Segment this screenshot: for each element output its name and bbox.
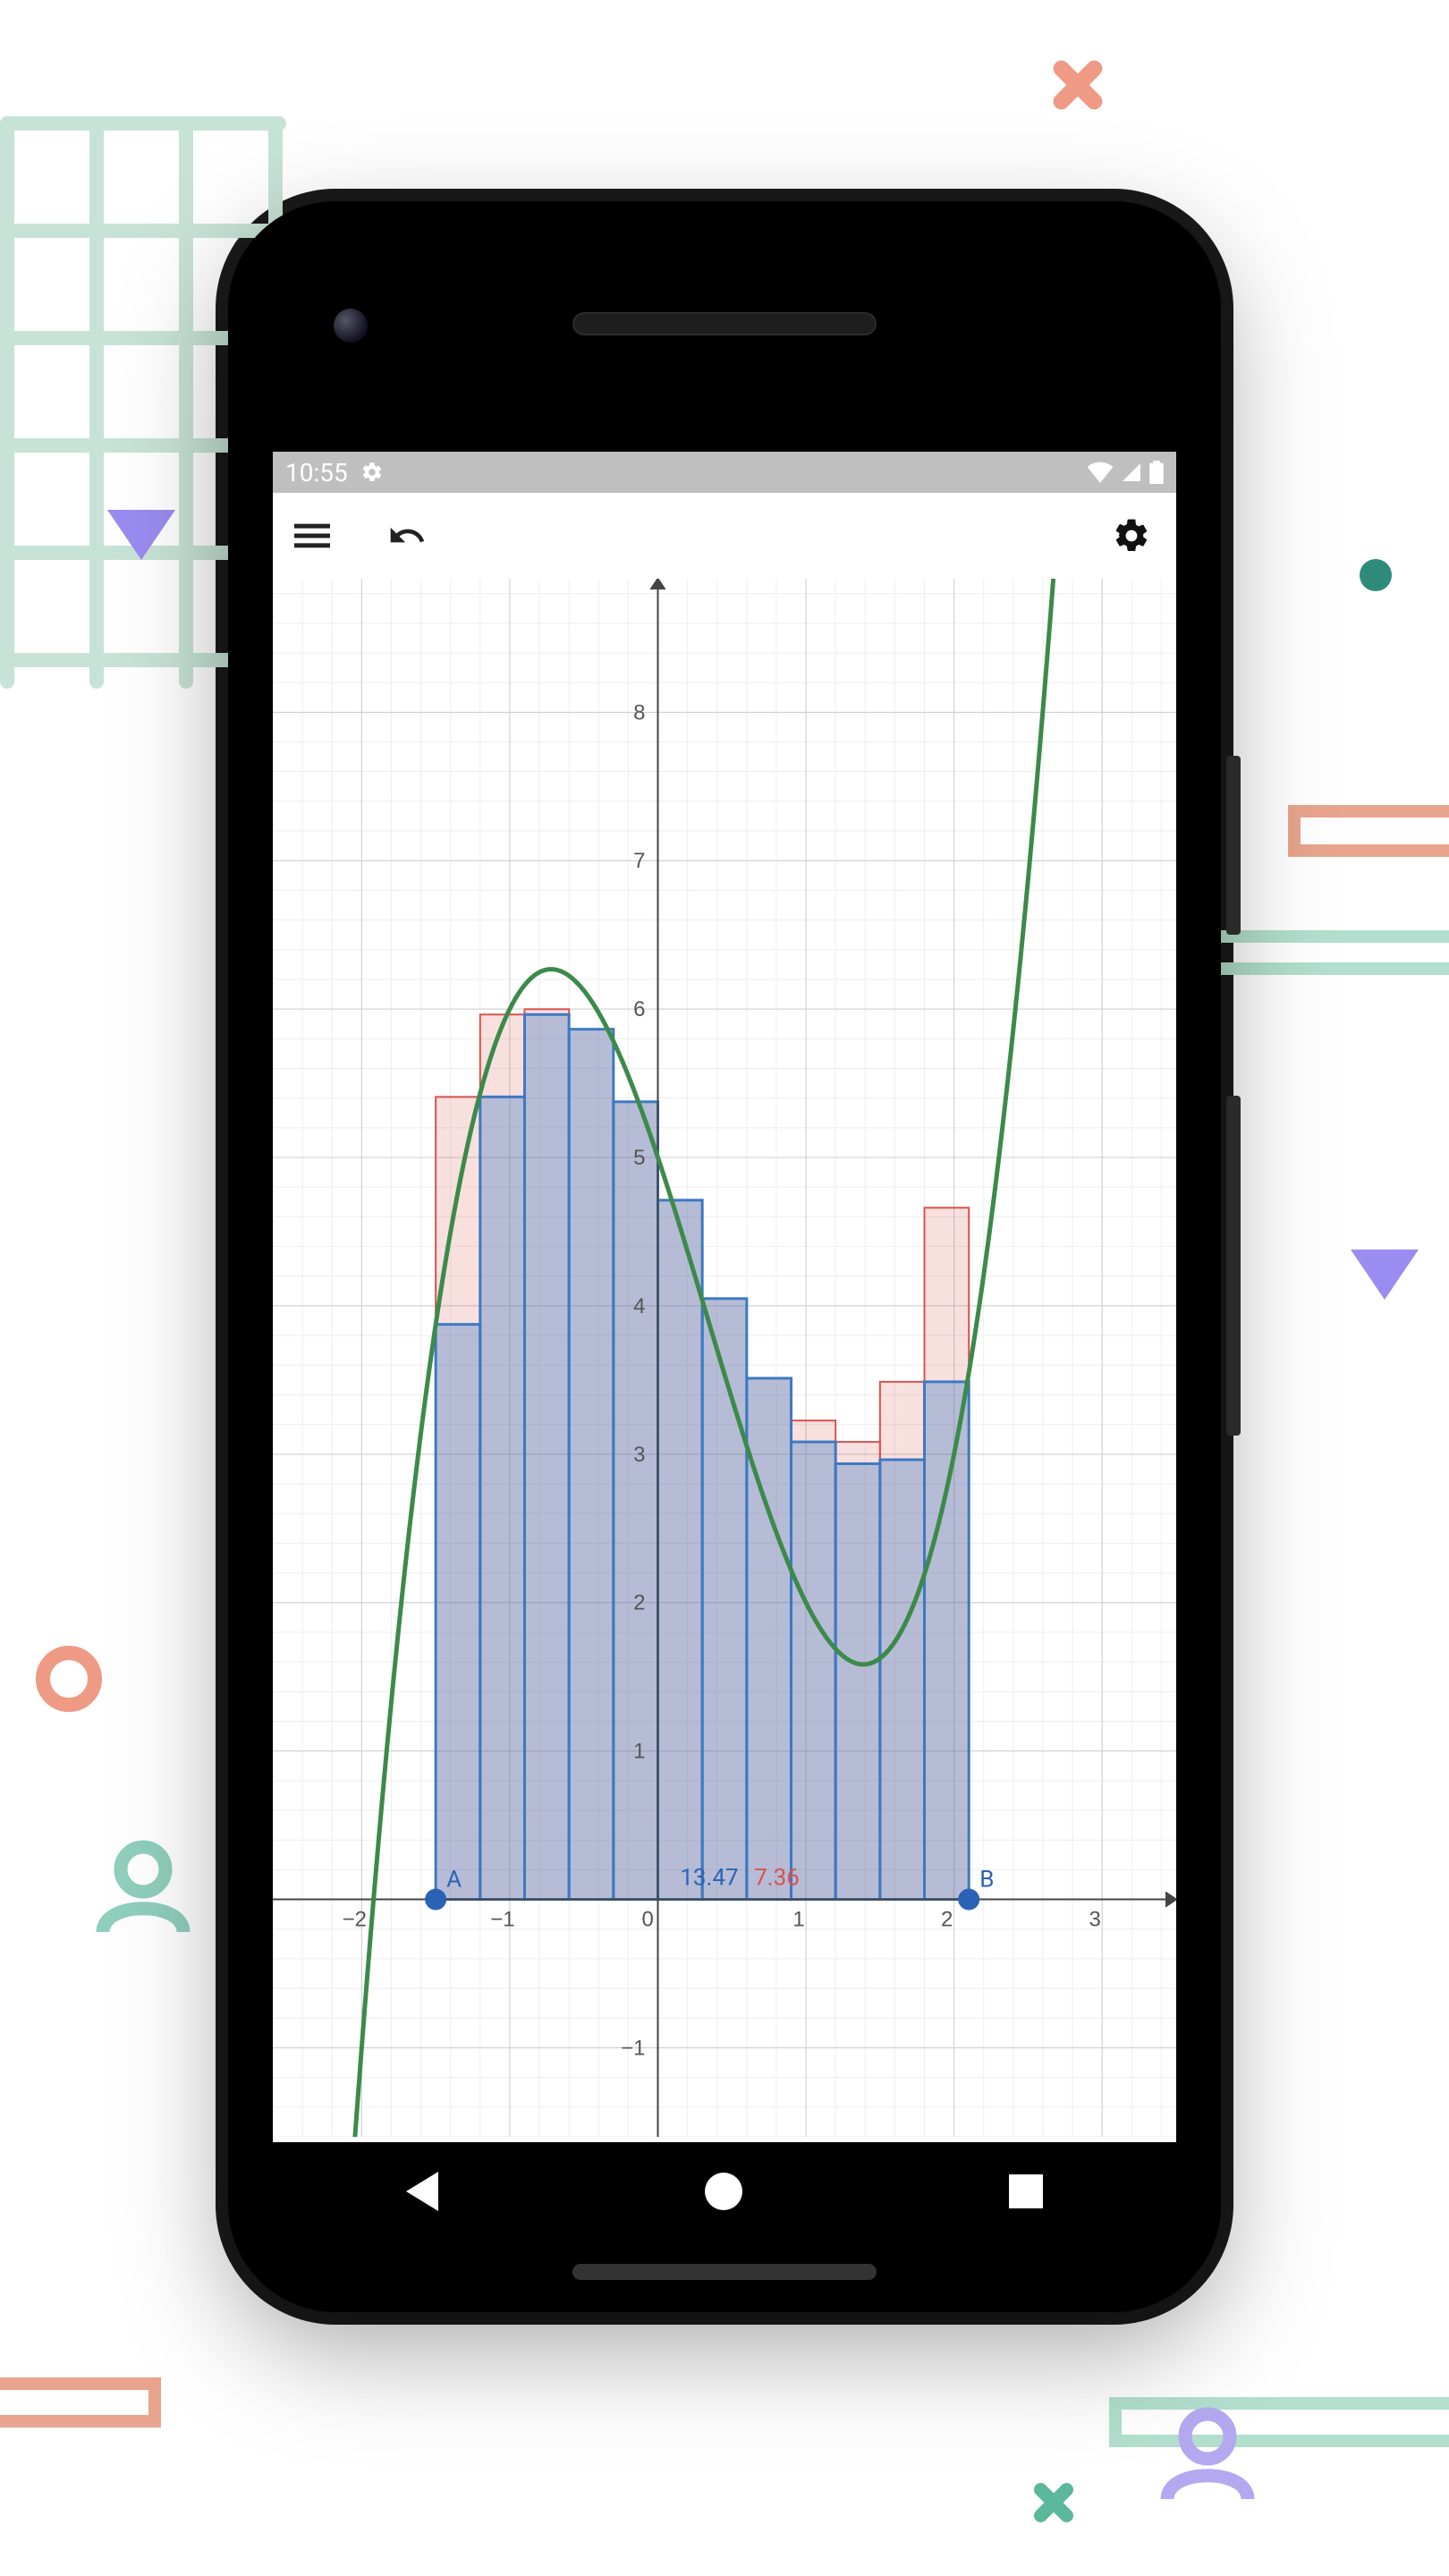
decoration-rect bbox=[0, 2377, 161, 2428]
undo-icon[interactable] bbox=[387, 516, 427, 555]
decoration-x-icon bbox=[1046, 54, 1109, 116]
status-time: 10:55 bbox=[285, 458, 348, 487]
decoration-person-icon bbox=[89, 1825, 197, 1950]
decoration-circle bbox=[36, 1646, 102, 1712]
svg-text:2: 2 bbox=[941, 1908, 953, 1932]
svg-text:−2: −2 bbox=[343, 1908, 367, 1932]
decoration-x-icon bbox=[1029, 2478, 1079, 2528]
menu-icon[interactable] bbox=[294, 518, 330, 554]
decoration-rect bbox=[1288, 805, 1449, 857]
svg-text:5: 5 bbox=[633, 1146, 645, 1170]
svg-text:6: 6 bbox=[633, 997, 645, 1021]
back-button[interactable] bbox=[406, 2172, 438, 2211]
decoration-dot bbox=[1360, 559, 1392, 591]
decoration-person-icon bbox=[1154, 2392, 1261, 2517]
settings-small-icon bbox=[360, 461, 384, 484]
phone-volume-button bbox=[1226, 1096, 1241, 1436]
wifi-icon bbox=[1087, 462, 1114, 483]
graph-view[interactable]: −2 −1 0 1 2 3 −1 1 2 3 4 5 6 7 8 A B 13.47 7.36 bbox=[273, 579, 1176, 2137]
svg-text:3: 3 bbox=[1089, 1908, 1101, 1932]
phone-chin-bar bbox=[572, 2264, 877, 2280]
phone-camera bbox=[334, 309, 368, 343]
svg-text:A: A bbox=[446, 1867, 462, 1894]
decoration-triangle bbox=[1351, 1250, 1419, 1300]
cell-signal-icon bbox=[1121, 462, 1142, 483]
svg-text:1: 1 bbox=[792, 1908, 804, 1932]
phone-power-button bbox=[1226, 756, 1241, 935]
svg-text:B: B bbox=[979, 1867, 994, 1894]
home-button[interactable] bbox=[705, 2173, 742, 2210]
phone-speaker bbox=[572, 312, 877, 335]
phone-frame: 10:55 bbox=[228, 201, 1221, 2312]
svg-text:7.36: 7.36 bbox=[754, 1865, 800, 1892]
settings-icon[interactable] bbox=[1112, 516, 1151, 555]
svg-text:−1: −1 bbox=[490, 1908, 514, 1932]
svg-text:3: 3 bbox=[633, 1443, 645, 1467]
svg-text:13.47: 13.47 bbox=[680, 1865, 738, 1892]
svg-text:0: 0 bbox=[641, 1908, 653, 1932]
svg-text:2: 2 bbox=[633, 1591, 645, 1615]
svg-text:8: 8 bbox=[633, 700, 645, 724]
app-toolbar bbox=[273, 493, 1176, 579]
screen: 10:55 bbox=[273, 452, 1176, 2241]
decoration-triangle bbox=[107, 510, 175, 560]
android-nav-bar bbox=[273, 2142, 1176, 2241]
svg-text:7: 7 bbox=[633, 849, 645, 873]
status-bar: 10:55 bbox=[273, 452, 1176, 493]
svg-text:1: 1 bbox=[633, 1740, 645, 1764]
svg-text:4: 4 bbox=[633, 1294, 645, 1318]
svg-text:−1: −1 bbox=[621, 2036, 645, 2060]
battery-icon bbox=[1149, 461, 1164, 484]
recents-button[interactable] bbox=[1009, 2174, 1043, 2208]
